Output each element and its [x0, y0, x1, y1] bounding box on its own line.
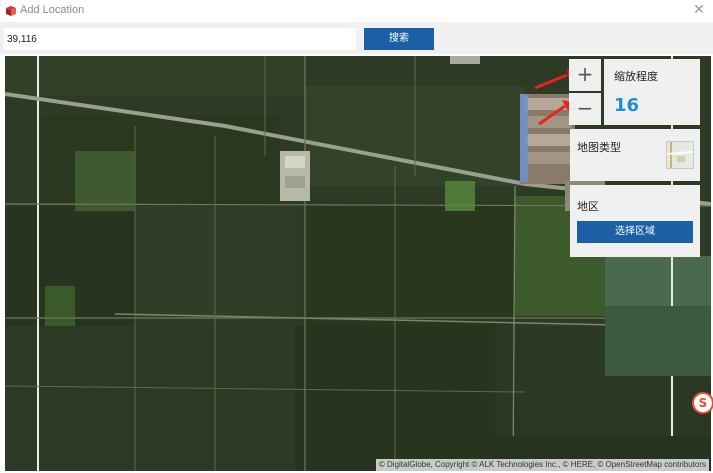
select-region-button[interactable]: 选择区域	[577, 221, 693, 243]
map-type-panel[interactable]: 地图类型	[570, 129, 700, 181]
zoom-level-label: 缩放程度	[614, 70, 658, 83]
window-title: Add Location	[20, 4, 85, 16]
close-icon[interactable]: ✕	[691, 2, 707, 18]
zoom-level-panel: 缩放程度 16	[604, 59, 700, 125]
region-label: 地区	[577, 200, 599, 213]
zoom-level-value: 16	[614, 95, 640, 116]
region-panel: 地区 选择区域	[570, 185, 700, 257]
zoom-out-button[interactable]: −	[569, 93, 601, 125]
map-type-thumbnail-icon[interactable]	[666, 141, 694, 169]
map-type-label: 地图类型	[577, 141, 621, 154]
map-attribution: © DigitalGlobe, Copyright © ALK Technolo…	[375, 459, 709, 471]
coordinate-search-input[interactable]	[4, 28, 356, 50]
zoom-in-button[interactable]: +	[569, 59, 601, 91]
search-button[interactable]: 搜索	[364, 28, 434, 50]
app-logo-icon	[6, 6, 16, 16]
sogou-input-icon[interactable]: S	[692, 392, 713, 414]
title-bar: Add Location ✕	[0, 0, 713, 22]
search-bar: 搜索	[0, 22, 713, 54]
